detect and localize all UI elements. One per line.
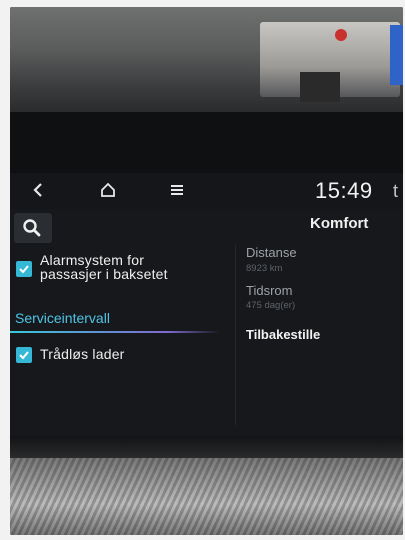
page-title: Komfort	[310, 215, 369, 232]
alarm-rear-seat-setting[interactable]: Alarmsystem for passasjer i baksetet	[16, 253, 168, 281]
dashboard-shade	[10, 458, 403, 535]
clock: 15:49	[315, 178, 373, 203]
background-dark-object	[300, 72, 340, 102]
settings-list: Alarmsystem for passasjer i baksetet Ser…	[10, 245, 235, 436]
infotainment-screen: 15:49 t Komfort Alarmsystem for passasje…	[10, 173, 403, 436]
panel-divider	[235, 245, 236, 425]
checkbox-checked-icon[interactable]	[16, 261, 32, 277]
wireless-charger-label: Trådløs lader	[40, 346, 125, 362]
display-lower-bezel	[10, 436, 403, 458]
back-icon[interactable]	[32, 181, 44, 203]
checkbox-checked-icon[interactable]	[16, 347, 32, 363]
background-scene	[10, 7, 403, 112]
selection-underline	[10, 331, 220, 333]
home-icon[interactable]	[100, 181, 116, 203]
menu-icon[interactable]	[170, 181, 184, 203]
alarm-rear-seat-label: Alarmsystem for passasjer i baksetet	[40, 253, 168, 281]
search-button[interactable]	[14, 213, 52, 243]
distance-label: Distanse	[246, 245, 297, 260]
distance-value: 8923 km	[246, 263, 283, 274]
wireless-charger-setting[interactable]: Trådløs lader	[16, 347, 125, 363]
alarm-label-line2: passasjer i baksetet	[40, 266, 168, 282]
alarm-label-line1: Alarmsystem for	[40, 252, 145, 268]
time-period-label: Tidsrom	[246, 283, 293, 298]
photo-frame: 15:49 t Komfort Alarmsystem for passasje…	[10, 7, 403, 535]
background-blue-object	[390, 25, 403, 85]
status-bar: 15:49 t	[10, 173, 403, 209]
status-text-cutoff: t	[393, 181, 399, 201]
reset-button[interactable]: Tilbakestille	[246, 327, 320, 342]
time-period-value: 475 dag(er)	[246, 300, 296, 311]
service-interval-item[interactable]: Serviceintervall	[10, 301, 235, 335]
service-interval-label: Serviceintervall	[15, 310, 110, 326]
search-icon	[23, 219, 41, 237]
background-red-light	[335, 29, 347, 41]
